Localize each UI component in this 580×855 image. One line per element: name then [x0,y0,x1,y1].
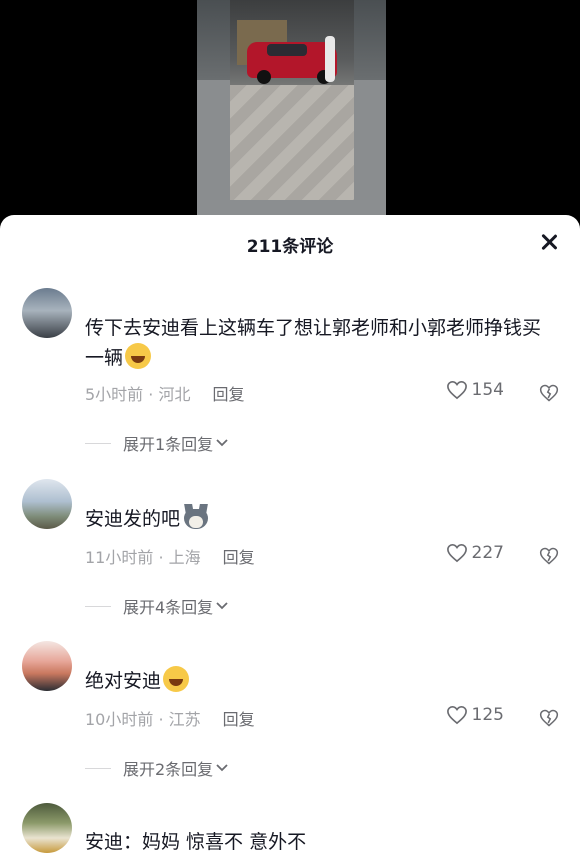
comments-header: 211条评论 [0,215,580,271]
dog-emoji-icon [182,504,210,530]
chevron-down-icon [216,764,228,772]
comment-time: 5小时前 · 河北 [85,385,191,404]
comment-meta: 5小时前 · 河北 回复 [85,381,244,405]
like-count: 125 [471,705,504,725]
close-icon[interactable] [538,231,560,253]
comment-meta: 11小时前 · 上海 回复 [85,544,255,568]
like-button[interactable]: 154 [446,380,504,400]
dislike-icon[interactable] [539,546,559,566]
like-button[interactable]: 227 [446,543,504,563]
comment-count-title: 211条评论 [246,237,334,257]
avatar[interactable] [22,288,72,338]
comment-text: 安迪：妈妈 惊喜不 意外不 [85,831,307,853]
dislike-icon[interactable] [539,708,559,728]
comment-time: 11小时前 · 上海 [85,548,201,567]
comment-text: 传下去安迪看上这辆车了想让郭老师和小郭老师挣钱买一辆 [85,317,542,369]
expand-replies-button[interactable]: 展开2条回复 [85,756,229,780]
comment-text: 绝对安迪 [85,666,558,696]
comment-meta: 10小时前 · 江苏 回复 [85,706,255,730]
comment-text: 安迪发的吧 [85,504,558,534]
reply-button[interactable]: 回复 [212,385,244,404]
like-count: 154 [471,380,504,400]
chevron-down-icon [216,602,228,610]
heart-icon [446,543,467,563]
video-player[interactable] [0,0,580,230]
avatar[interactable] [22,803,72,853]
video-thumbnail [197,0,386,230]
expand-replies-button[interactable]: 展开4条回复 [85,594,229,618]
avatar[interactable] [22,641,72,691]
expand-replies-button[interactable]: 展开1条回复 [85,431,229,455]
heart-icon [446,380,467,400]
chevron-down-icon [216,439,228,447]
laughing-emoji-icon [125,343,152,369]
avatar[interactable] [22,479,72,529]
like-button[interactable]: 125 [446,705,504,725]
heart-icon [446,705,467,725]
reply-button[interactable]: 回复 [223,710,255,729]
like-count: 227 [471,543,504,563]
reply-button[interactable]: 回复 [223,548,255,567]
laughing-emoji-icon [163,666,190,692]
dislike-icon[interactable] [539,383,559,403]
comment-time: 10小时前 · 江苏 [85,710,201,729]
comments-sheet: 211条评论 传下去安迪看上这辆车了想让郭老师和小郭老师挣钱买一辆 5小时前 ·… [0,215,580,855]
